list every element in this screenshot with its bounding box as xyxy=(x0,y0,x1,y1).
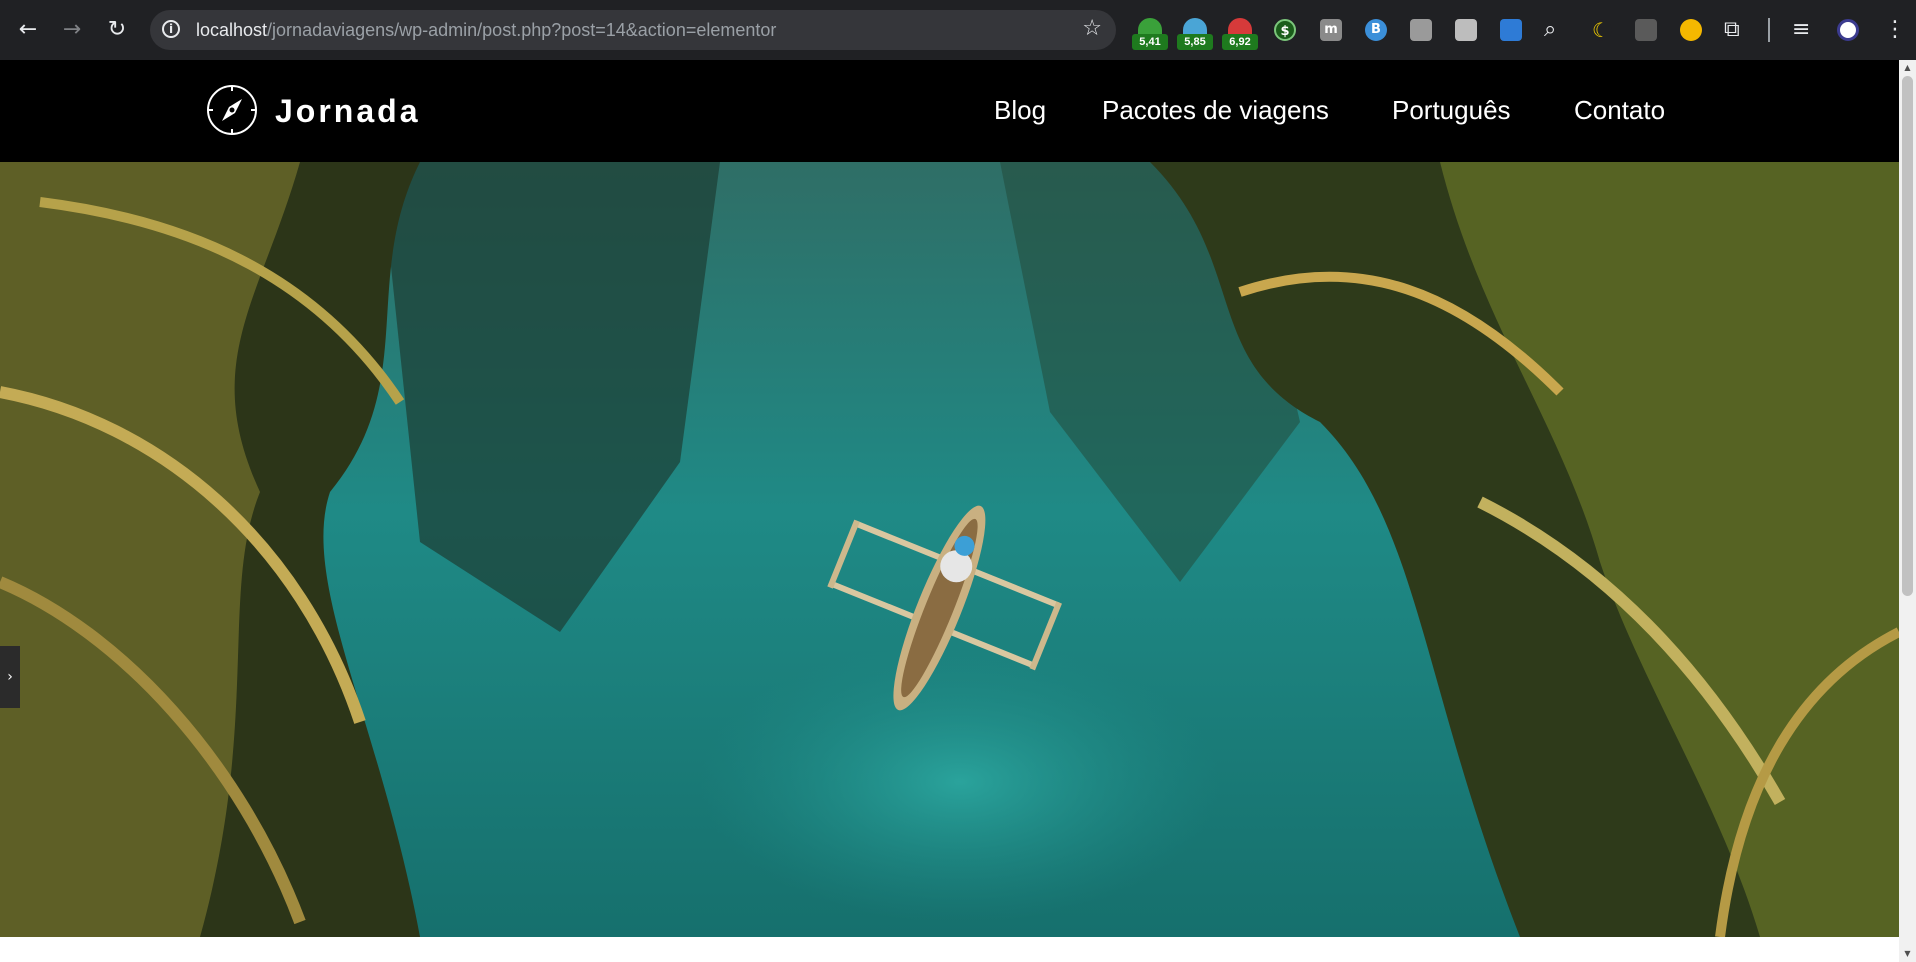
scroll-down-icon[interactable]: ▼ xyxy=(1899,946,1916,962)
search-extension-icon[interactable]: ⌕ xyxy=(1544,16,1556,44)
url-path: /jornadaviagens/wp-admin/post.php?post=1… xyxy=(267,20,777,40)
toolbar-separator xyxy=(1768,18,1770,42)
extension-badge-count: 6,92 xyxy=(1222,34,1258,50)
forward-icon[interactable]: → xyxy=(54,12,90,48)
reload-icon[interactable]: ↻ xyxy=(99,12,135,48)
extension-badge-icon[interactable]: 5,41 xyxy=(1132,18,1168,50)
calendar-extension-icon[interactable] xyxy=(1635,19,1657,41)
browser-menu-icon[interactable]: ⋮ xyxy=(1884,16,1906,44)
site-logo-text[interactable]: Jornada xyxy=(275,93,420,130)
browser-toolbar: ← → ↻ i localhost/jornadaviagens/wp-admi… xyxy=(0,0,1916,60)
site-header: Jornada Blog Pacotes de viagens Portuguê… xyxy=(0,60,1899,162)
back-icon[interactable]: ← xyxy=(10,12,46,48)
bookmark-star-icon[interactable]: ☆ xyxy=(1082,16,1102,41)
hero-image: › xyxy=(0,162,1899,937)
media-control-icon[interactable]: ≡ xyxy=(1792,16,1810,44)
screen-extension-icon[interactable] xyxy=(1500,19,1522,41)
scroll-up-icon[interactable]: ▲ xyxy=(1899,60,1916,76)
layers-extension-icon[interactable] xyxy=(1410,19,1432,41)
url-host: localhost xyxy=(196,20,268,40)
m-extension-icon[interactable]: m xyxy=(1320,19,1342,41)
profile-avatar-icon[interactable] xyxy=(1837,19,1859,41)
site-info-icon[interactable]: i xyxy=(162,20,180,38)
moon-extension-icon[interactable]: ☾ xyxy=(1590,19,1612,41)
editor-panel-toggle-icon[interactable]: › xyxy=(0,646,20,708)
dollar-extension-icon[interactable]: $ xyxy=(1274,19,1296,41)
face-extension-icon[interactable] xyxy=(1680,19,1702,41)
address-bar[interactable]: i localhost/jornadaviagens/wp-admin/post… xyxy=(150,10,1116,50)
b-extension-icon[interactable]: B xyxy=(1365,19,1387,41)
extension-badge-icon[interactable]: 6,92 xyxy=(1222,18,1258,50)
menu-item-blog[interactable]: Blog xyxy=(994,95,1046,126)
river-canoe-photo xyxy=(0,162,1899,937)
url-text[interactable]: localhost/jornadaviagens/wp-admin/post.p… xyxy=(196,20,776,41)
compass-logo-icon[interactable] xyxy=(206,84,258,136)
menu-item-contact[interactable]: Contato xyxy=(1574,95,1665,126)
extension-badge-count: 5,85 xyxy=(1177,34,1213,50)
extension-badge-count: 5,41 xyxy=(1132,34,1168,50)
extensions-puzzle-icon[interactable]: ⧉ xyxy=(1724,16,1740,44)
menu-item-language[interactable]: Português xyxy=(1392,95,1511,126)
scrollbar-thumb[interactable] xyxy=(1902,76,1913,596)
window-extension-icon[interactable] xyxy=(1455,19,1477,41)
extension-badge-icon[interactable]: 5,85 xyxy=(1177,18,1213,50)
menu-item-travel-packages[interactable]: Pacotes de viagens xyxy=(1102,95,1329,126)
